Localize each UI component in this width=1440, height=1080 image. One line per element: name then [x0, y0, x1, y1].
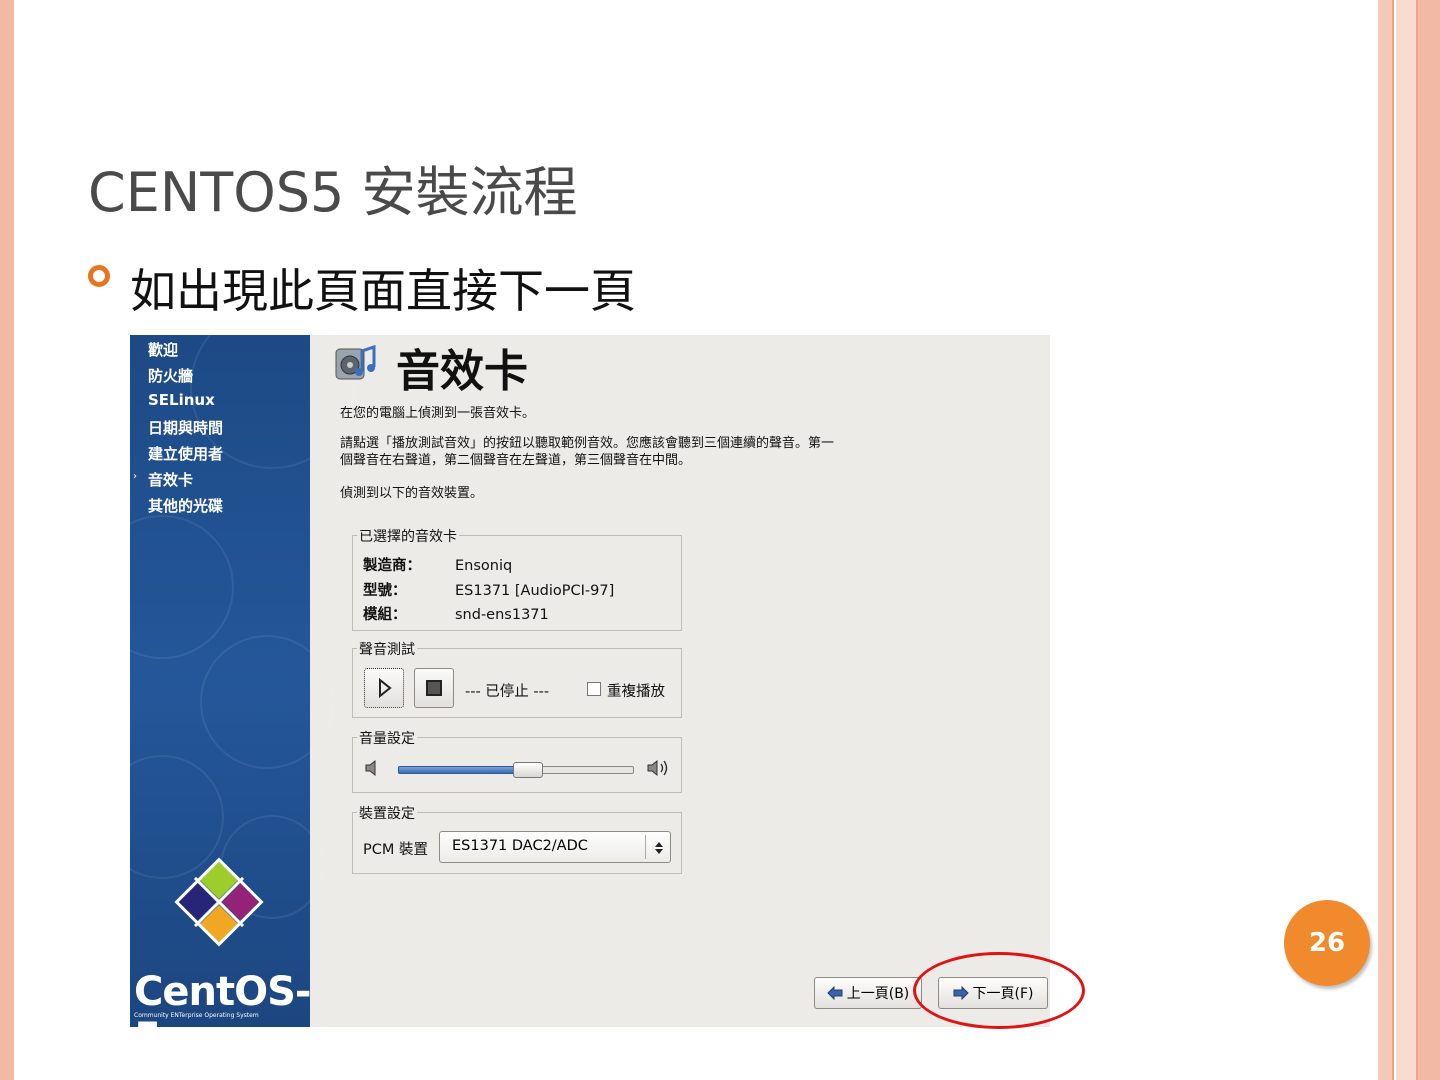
repeat-checkbox[interactable]	[587, 682, 601, 696]
sidebar-item-create-user: 建立使用者	[148, 445, 224, 463]
play-button[interactable]	[364, 668, 404, 708]
volume-high-icon	[647, 759, 668, 777]
page-heading: 音效卡	[396, 346, 528, 397]
selected-card-label: 已選擇的音效卡	[357, 526, 459, 546]
centos-logo-subtitle: Community ENTerprise Operating System	[134, 1012, 259, 1019]
sidebar-item-selinux: SELinux	[148, 391, 215, 409]
bullet-text: 如出現此頁面直接下一頁	[130, 264, 636, 318]
back-button[interactable]: 上一頁(B)	[814, 977, 922, 1009]
bullet-icon	[88, 265, 110, 287]
back-button-label: 上一頁(B)	[846, 986, 910, 1002]
sidebar-item-other-discs: 其他的光碟	[148, 497, 224, 515]
sidebar-item-soundcard: 音效卡	[148, 471, 194, 489]
slide-title: CENTOS5 安裝流程	[88, 161, 578, 224]
stop-button[interactable]	[414, 668, 454, 708]
module-value: snd-ens1371	[455, 607, 549, 623]
pcm-device-label: PCM 裝置	[363, 842, 428, 858]
vendor-label: 製造商：	[363, 558, 421, 574]
info-line-1: 在您的電腦上偵測到一張音效卡。	[340, 406, 536, 421]
installer-sidebar: 歡迎 防火牆 SELinux 日期與時間 建立使用者 › 音效卡 其他的光碟 C…	[130, 335, 354, 1027]
sound-card-icon	[335, 344, 376, 380]
info-line-3: 個聲音在右聲道，第二個聲音在左聲道，第三個聲音在中間。	[340, 453, 692, 468]
device-label: 裝置設定	[357, 803, 417, 823]
volume-slider-fill	[398, 766, 515, 774]
module-label: 模組：	[363, 607, 407, 623]
next-button-highlight-circle	[913, 952, 1085, 1029]
active-item-marker-icon: ›	[133, 471, 137, 482]
selected-card-frame: 已選擇的音效卡 製造商： Ensoniq 型號： ES1371 [AudioPCI-…	[352, 526, 682, 631]
pcm-device-value: ES1371 DAC2/ADC	[452, 838, 588, 854]
device-frame: 裝置設定 PCM 裝置 ES1371 DAC2/ADC	[352, 803, 682, 874]
volume-low-icon	[365, 759, 376, 777]
centos-logo-icon	[174, 857, 264, 947]
left-border-decoration	[0, 0, 14, 1080]
repeat-label: 重複播放	[607, 684, 665, 700]
select-arrows-icon	[655, 842, 663, 854]
page-number-badge: 26	[1284, 900, 1370, 986]
sound-test-label: 聲音測試	[357, 639, 417, 659]
stop-icon	[426, 680, 442, 696]
playback-status: --- 已停止 ---	[465, 684, 550, 700]
arrow-left-icon	[827, 986, 843, 1000]
volume-frame: 音量設定	[352, 728, 682, 793]
sidebar-item-firewall: 防火牆	[148, 367, 194, 385]
sidebar-item-welcome: 歡迎	[148, 341, 179, 359]
volume-label: 音量設定	[357, 728, 417, 748]
model-value: ES1371 [AudioPCI-97]	[455, 583, 615, 599]
model-label: 型號：	[363, 583, 407, 599]
play-icon	[379, 677, 392, 699]
sidebar-item-datetime: 日期與時間	[148, 419, 224, 437]
vendor-value: Ensoniq	[455, 558, 513, 574]
installer-screenshot: 歡迎 防火牆 SELinux 日期與時間 建立使用者 › 音效卡 其他的光碟 C…	[130, 335, 1050, 1027]
installer-content: 音效卡 在您的電腦上偵測到一張音效卡。 請點選「播放測試音效」的按鈕以聽取範例音…	[310, 335, 1050, 1027]
volume-slider-handle[interactable]	[513, 762, 543, 778]
sound-test-frame: 聲音測試 --- 已停止 --- 重複播放	[352, 639, 682, 718]
info-line-4: 偵測到以下的音效裝置。	[340, 486, 484, 501]
info-line-2: 請點選「播放測試音效」的按鈕以聽取範例音效。您應該會聽到三個連續的聲音。第一	[340, 436, 835, 451]
right-border-decoration	[1378, 0, 1440, 1080]
pcm-device-select[interactable]: ES1371 DAC2/ADC	[439, 831, 671, 863]
